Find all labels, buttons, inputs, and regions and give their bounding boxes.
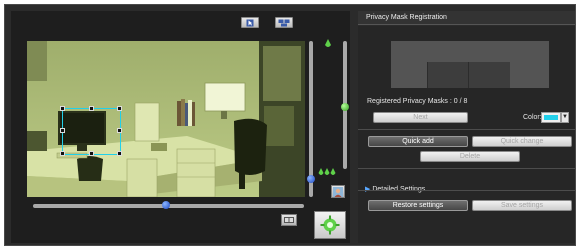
auto-person-button[interactable] (331, 185, 345, 198)
resize-handle-top[interactable] (89, 106, 94, 111)
pan-slider[interactable] (33, 201, 304, 209)
quick-change-button[interactable]: Quick change (472, 136, 572, 147)
panel-title: Privacy Mask Registration (358, 11, 575, 25)
preset-home-button[interactable] (314, 211, 346, 239)
resize-handle-bottom-left[interactable] (60, 151, 65, 156)
resize-handle-top-right[interactable] (117, 106, 122, 111)
next-button[interactable]: Next (373, 112, 468, 123)
save-settings-button[interactable]: Save settings (472, 200, 572, 211)
resize-handle-right[interactable] (117, 128, 122, 133)
camera-view-pane (11, 11, 350, 243)
display-mode-icon (284, 217, 294, 223)
detailed-settings-toggle[interactable]: ▶ Detailed Settings (365, 185, 425, 193)
camera-setup-window: Privacy Mask Registration Registered Pri… (4, 4, 576, 246)
pointer-view-icon (246, 19, 254, 26)
delete-button[interactable]: Delete (420, 151, 520, 162)
color-dropdown-arrow[interactable]: ▼ (561, 112, 569, 123)
color-swatch[interactable] (541, 112, 561, 123)
mask-preview-area (427, 62, 510, 88)
zoom-in-icon[interactable] (324, 39, 332, 49)
quick-add-button[interactable]: Quick add (368, 136, 468, 147)
divider (358, 190, 575, 191)
registered-masks-count: Registered Privacy Masks : 0 / 8 (367, 98, 468, 105)
privacy-mask-selection[interactable] (62, 108, 121, 155)
zoom-out-icon[interactable] (318, 168, 336, 177)
resize-handle-top-left[interactable] (60, 106, 65, 111)
display-mode-button[interactable] (281, 214, 297, 226)
divider (358, 129, 575, 130)
zoom-slider[interactable] (341, 41, 349, 169)
pan-slider-thumb[interactable] (161, 201, 170, 209)
panel-body: Registered Privacy Masks : 0 / 8 Next Co… (358, 26, 575, 243)
pointer-view-button[interactable] (241, 17, 259, 28)
mask-preview (391, 41, 549, 88)
multi-view-icon (278, 19, 290, 26)
privacy-mask-panel: Privacy Mask Registration Registered Pri… (358, 11, 575, 243)
divider (358, 168, 575, 169)
resize-handle-bottom-right[interactable] (117, 151, 122, 156)
restore-settings-button[interactable]: Restore settings (368, 200, 468, 211)
resize-handle-left[interactable] (60, 128, 65, 133)
multi-view-button[interactable] (275, 17, 293, 28)
zoom-slider-thumb[interactable] (341, 103, 349, 111)
color-label: Color: (523, 114, 542, 121)
tilt-slider-thumb[interactable] (307, 175, 315, 183)
crosshair-icon (320, 215, 340, 235)
color-swatch-fill (544, 115, 558, 120)
person-icon (333, 186, 343, 197)
tilt-slider[interactable] (307, 41, 315, 197)
resize-handle-bottom[interactable] (89, 151, 94, 156)
